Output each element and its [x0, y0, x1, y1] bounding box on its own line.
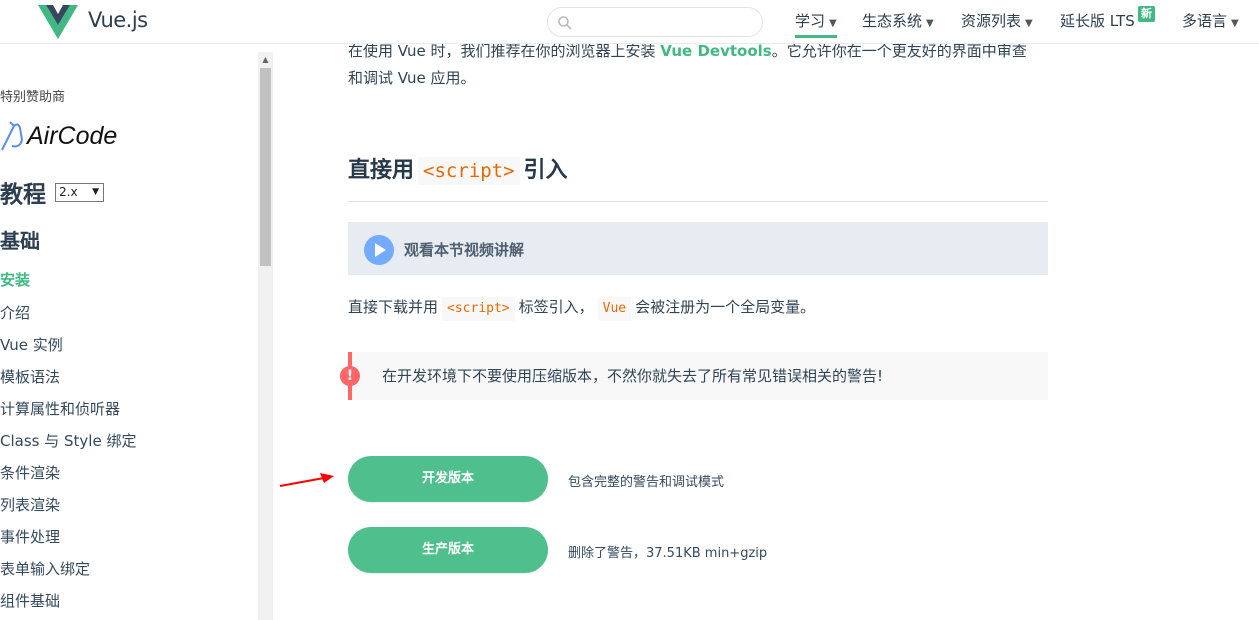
para-text-b: 标签引入， — [518, 298, 594, 316]
section-heading: 直接用 <script> 引入 — [348, 152, 1048, 202]
video-banner[interactable]: 观看本节视频讲解 — [348, 222, 1048, 275]
para-code-vue: Vue — [597, 297, 632, 321]
nav-learn-label: 学习 — [795, 12, 826, 30]
chevron-down-icon: ▼ — [926, 18, 934, 29]
section-title: 基础 — [0, 229, 40, 253]
nav-resources[interactable]: 资源列表 ▼ — [961, 10, 1033, 31]
play-icon[interactable] — [364, 235, 394, 265]
scrollbar-thumb[interactable] — [260, 68, 271, 266]
search-icon — [558, 16, 572, 30]
nav-languages-label: 多语言 — [1182, 12, 1228, 30]
sidebar-item-template-syntax[interactable]: 模板语法 — [0, 366, 60, 387]
intro-paragraph: 在使用 Vue 时，我们推荐在你的浏览器上安装 Vue Devtools。它允许… — [348, 38, 1048, 92]
nav-lts-label: 延长版 LTS — [1060, 12, 1135, 30]
heading-text-b: 引入 — [523, 158, 568, 183]
intro-text-c: 和调试 Vue 应用。 — [348, 69, 476, 87]
sidebar-item-class-style[interactable]: Class 与 Style 绑定 — [0, 430, 136, 451]
sponsor-label: 特别赞助商 — [0, 90, 66, 105]
red-arrow-icon — [279, 473, 334, 487]
sidebar-item-events[interactable]: 事件处理 — [0, 526, 60, 547]
chevron-down-icon: ▼ — [1231, 18, 1239, 29]
heading-code: <script> — [418, 157, 520, 185]
nav-ecosystem-label: 生态系统 — [862, 12, 923, 30]
sidebar-item-forms[interactable]: 表单输入绑定 — [0, 558, 90, 579]
warning-icon: ! — [340, 366, 360, 386]
heading-text-a: 直接用 — [348, 158, 415, 183]
video-label[interactable]: 观看本节视频讲解 — [404, 239, 524, 260]
dropdown-arrow-icon: ▼ — [92, 187, 99, 197]
para-code-script: <script> — [442, 297, 515, 321]
warning-text: 在开发环境下不要使用压缩版本，不然你就失去了所有常见错误相关的警告! — [382, 367, 884, 385]
nav-resources-label: 资源列表 — [961, 12, 1022, 30]
vue-logo-icon[interactable] — [38, 5, 78, 39]
top-header: Vue.js 学习 ▼ 生态系统 ▼ 资源列表 ▼ 延长版 LTS 新 多语言 ▼ — [0, 0, 1259, 44]
nav-lts[interactable]: 延长版 LTS — [1060, 10, 1135, 31]
para-text-a: 直接下载并用 — [348, 298, 439, 316]
download-prod-button[interactable]: 生产版本 — [348, 527, 548, 573]
version-value: 2.x — [59, 185, 78, 199]
sponsor-name[interactable]: AirCode — [27, 122, 117, 151]
chevron-down-icon: ▼ — [829, 18, 837, 29]
nav-ecosystem[interactable]: 生态系统 ▼ — [862, 10, 934, 31]
prod-version-desc: 删除了警告，37.51KB min+gzip — [568, 546, 768, 561]
intro-text-a: 在使用 Vue 时，我们推荐在你的浏览器上安装 — [348, 42, 661, 60]
sidebar: 特别赞助商 AirCode 教程 2.x ▼ 基础 安装 介绍 Vue 实例 模… — [0, 44, 258, 620]
intro-text-b: 。它允许你在一个更友好的界面中审查 — [771, 42, 1027, 60]
search-input[interactable] — [576, 12, 756, 32]
devtools-link[interactable]: Vue Devtools — [660, 42, 771, 60]
new-badge: 新 — [1138, 6, 1155, 22]
download-dev-button[interactable]: 开发版本 — [348, 456, 548, 502]
para-text-c: 会被注册为一个全局变量。 — [635, 298, 816, 316]
search-box[interactable] — [547, 7, 763, 37]
chevron-down-icon: ▼ — [1025, 18, 1033, 29]
sidebar-item-list[interactable]: 列表渲染 — [0, 494, 60, 515]
scroll-up-arrow-icon[interactable]: ▲ — [258, 52, 273, 67]
warning-box: ! 在开发环境下不要使用压缩版本，不然你就失去了所有常见错误相关的警告! — [340, 352, 1048, 400]
sidebar-item-intro[interactable]: 介绍 — [0, 302, 30, 323]
sidebar-item-components[interactable]: 组件基础 — [0, 590, 60, 611]
nav-languages[interactable]: 多语言 ▼ — [1182, 10, 1239, 31]
sidebar-item-computed[interactable]: 计算属性和侦听器 — [0, 398, 120, 419]
aircode-logo-icon[interactable] — [0, 120, 26, 154]
nav-learn[interactable]: 学习 ▼ — [795, 10, 837, 38]
download-paragraph: 直接下载并用 <script> 标签引入， Vue 会被注册为一个全局变量。 — [348, 295, 815, 321]
version-select[interactable]: 2.x ▼ — [55, 183, 104, 202]
tutorial-title: 教程 — [0, 182, 46, 208]
dev-version-desc: 包含完整的警告和调试模式 — [568, 475, 725, 490]
sidebar-item-conditional[interactable]: 条件渲染 — [0, 462, 60, 483]
sidebar-item-install[interactable]: 安装 — [0, 269, 30, 290]
sidebar-scrollbar[interactable]: ▲ — [258, 52, 273, 620]
sidebar-item-instance[interactable]: Vue 实例 — [0, 334, 63, 355]
brand-title[interactable]: Vue.js — [88, 8, 148, 32]
